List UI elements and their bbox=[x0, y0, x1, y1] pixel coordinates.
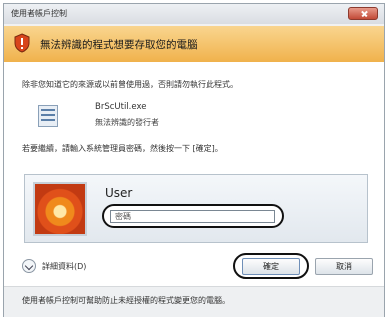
program-icon bbox=[38, 105, 58, 127]
title-bar: 使用者帳戶控制 bbox=[4, 4, 384, 24]
flower-avatar-icon bbox=[33, 182, 87, 236]
banner-message: 無法辨識的程式想要存取您的電腦 bbox=[40, 39, 198, 51]
close-button[interactable] bbox=[348, 7, 378, 20]
password-placeholder: 密碼 bbox=[115, 212, 131, 221]
warning-banner: 無法辨識的程式想要存取您的電腦 bbox=[4, 26, 384, 62]
footer: 使用者帳戶控制可幫助防止未經授權的程式變更您的電腦。 bbox=[4, 286, 384, 317]
instruction-text: 若要繼續，請輸入系統管理員密碼，然後按一下 [確定]。 bbox=[22, 144, 223, 153]
program-name: BrScUtil.exe bbox=[95, 102, 147, 112]
intro-text: 除非您知道它的來源或以前曾使用過，否則請勿執行此程式。 bbox=[22, 80, 238, 89]
user-name: User bbox=[105, 186, 133, 200]
ok-button[interactable]: 確定 bbox=[242, 258, 300, 275]
credential-tile[interactable]: User 密碼 bbox=[24, 174, 368, 243]
uac-dialog: 使用者帳戶控制 無法辨識的程式想要存取您的電腦 除非您知道它的來源或以前曾使用過… bbox=[3, 3, 385, 317]
password-input[interactable]: 密碼 bbox=[110, 210, 275, 223]
program-publisher: 無法辨識的發行者 bbox=[95, 118, 159, 127]
dialog-body: 除非您知道它的來源或以前曾使用過，否則請勿執行此程式。 BrScUtil.exe… bbox=[4, 62, 384, 286]
window-title: 使用者帳戶控制 bbox=[11, 9, 67, 18]
cancel-button[interactable]: 取消 bbox=[315, 258, 373, 275]
password-highlight: 密碼 bbox=[102, 204, 284, 228]
details-toggle-label[interactable]: 詳細資料(D) bbox=[42, 261, 86, 272]
footer-text[interactable]: 使用者帳戶控制可幫助防止未經授權的程式變更您的電腦。 bbox=[22, 295, 230, 306]
chevron-down-icon[interactable] bbox=[22, 259, 36, 273]
shield-warning-icon bbox=[14, 33, 30, 53]
